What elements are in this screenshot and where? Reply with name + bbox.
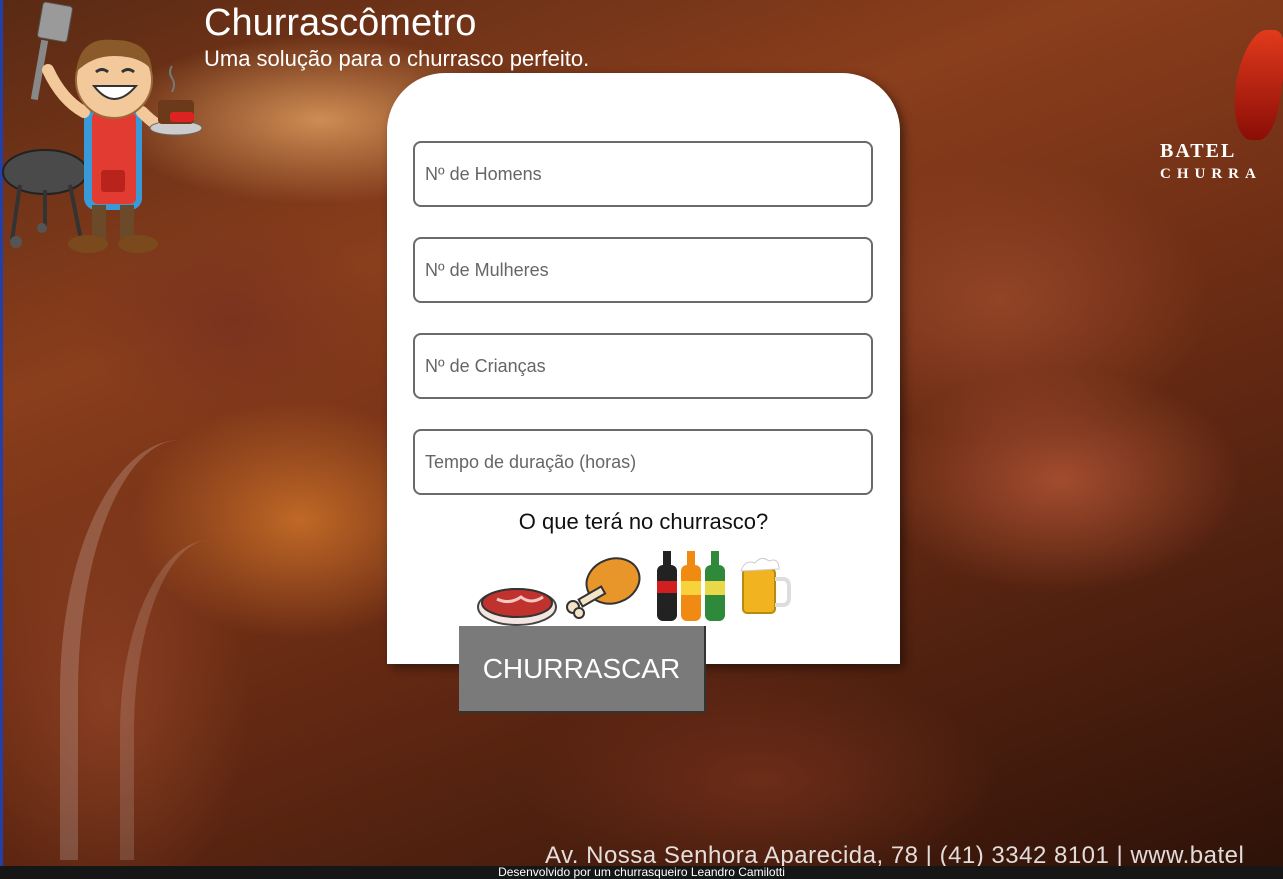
soda-bottles-icon[interactable] [655, 547, 729, 623]
duration-hours-input[interactable] [413, 429, 873, 495]
items-selector [475, 547, 815, 627]
brand-subname: CHURRA [1160, 166, 1262, 182]
chicken-leg-icon[interactable] [563, 553, 643, 619]
women-count-input[interactable] [413, 237, 873, 303]
men-count-input[interactable] [413, 141, 873, 207]
churrascar-button[interactable]: CHURRASCAR [459, 626, 706, 713]
flame-icon [1228, 30, 1283, 140]
footer-credit: Desenvolvido por um churrasqueiro Leandr… [0, 866, 1283, 879]
background-address-text: Av. Nossa Senhora Aparecida, 78 | (41) 3… [545, 842, 1245, 868]
brand-logo: BATEL CHURRA [1156, 30, 1283, 190]
page-title: Churrascômetro [204, 2, 477, 44]
items-question: O que terá no churrasco? [518, 509, 769, 534]
beer-mug-icon[interactable] [737, 557, 791, 617]
brand-name: BATEL [1160, 140, 1237, 162]
calculator-card: O que terá no churrasco? [387, 73, 900, 664]
page-subtitle: Uma solução para o churrasco perfeito. [204, 46, 590, 71]
beef-steak-icon[interactable] [475, 581, 559, 627]
children-count-input[interactable] [413, 333, 873, 399]
griller-mascot-icon [2, 1, 203, 253]
